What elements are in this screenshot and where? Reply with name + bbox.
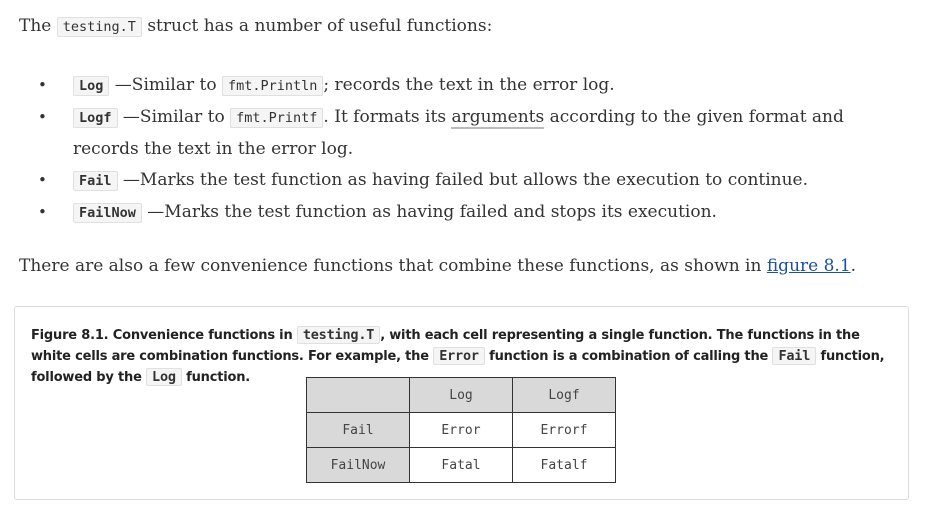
function-desc: —Marks the test function as having faile… [117, 170, 809, 190]
table-cell: Logf [512, 377, 616, 413]
function-desc: —Similar to [109, 75, 223, 95]
also-text: There are also a few convenience functio… [19, 256, 767, 276]
caption-code: Log [146, 368, 182, 386]
caption-text: function. [181, 370, 251, 385]
table-cell: Fatal [409, 447, 513, 483]
caption-code: Fail [772, 347, 817, 365]
table-cell: Error [409, 412, 513, 448]
bullet-icon: • [38, 203, 47, 221]
also-paragraph: There are also a few convenience functio… [19, 254, 856, 278]
intro-paragraph: The testing.T struct has a number of use… [19, 14, 492, 39]
bullet-icon: • [38, 108, 47, 126]
intro-suffix: struct has a number of useful functions: [141, 16, 493, 36]
list-item: • Logf —Similar to fmt.Printf. It format… [0, 102, 900, 165]
caption-text: Figure 8.1. Convenience functions in [31, 328, 297, 343]
table-cell [306, 377, 410, 413]
table-row: FailNow Fatal Fatalf [306, 447, 616, 483]
function-desc: —Marks the test function as having faile… [141, 202, 717, 222]
intro-prefix: The [19, 16, 57, 36]
function-ref: fmt.Printf [230, 108, 324, 128]
table-cell: Errorf [512, 412, 616, 448]
table-row: Log Logf [306, 377, 616, 413]
function-desc: ; records the text in the error log. [323, 75, 615, 95]
function-name: Log [73, 76, 110, 96]
also-end: . [850, 256, 857, 276]
figure-link[interactable]: figure 8.1 [767, 256, 851, 276]
function-name: Fail [73, 171, 118, 191]
function-ref: fmt.Println [222, 76, 324, 96]
caption-code: testing.T [296, 326, 381, 344]
table-cell: Fail [306, 412, 410, 448]
function-desc: . It formats its [323, 107, 452, 127]
bullet-icon: • [38, 76, 47, 94]
table-cell: FailNow [306, 447, 410, 483]
figure-box: Figure 8.1. Convenience functions in tes… [14, 306, 909, 500]
function-name: FailNow [73, 203, 142, 223]
list-item: • FailNow —Marks the test function as ha… [0, 197, 900, 229]
list-item: • Fail —Marks the test function as havin… [0, 165, 900, 197]
table-cell: Log [409, 377, 513, 413]
table-row: Fail Error Errorf [306, 412, 616, 448]
page: The testing.T struct has a number of use… [0, 0, 930, 513]
glossary-term[interactable]: arguments [451, 107, 545, 129]
function-desc: —Similar to [117, 107, 231, 127]
function-name: Logf [73, 108, 118, 128]
function-table: Log Logf Fail Error Errorf FailNow Fatal… [306, 377, 616, 483]
caption-code: Error [433, 347, 485, 365]
bullet-icon: • [38, 171, 47, 189]
list-item: • Log —Similar to fmt.Println; records t… [0, 70, 900, 102]
caption-text: function is a combination of calling the [484, 349, 773, 364]
table-cell: Fatalf [512, 447, 616, 483]
intro-code: testing.T [56, 17, 142, 37]
function-list: • Log —Similar to fmt.Println; records t… [0, 70, 900, 229]
